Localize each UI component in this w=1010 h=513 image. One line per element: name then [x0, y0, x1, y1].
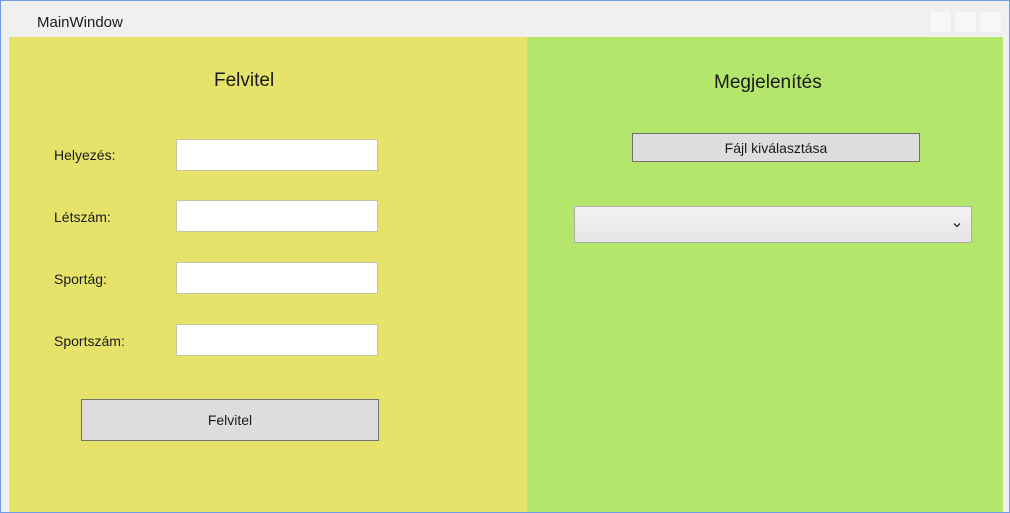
sportszam-label: Sportszám: [54, 333, 125, 349]
main-window: MainWindow Felvitel Helyezés: Létszám: S… [0, 0, 1010, 513]
felvitel-button[interactable]: Felvitel [81, 399, 379, 441]
sportszam-field[interactable] [176, 324, 378, 356]
window-content: Felvitel Helyezés: Létszám: Sportág: Spo… [9, 37, 1003, 512]
window-controls [929, 10, 1002, 33]
select-file-button[interactable]: Fájl kiválasztása [632, 133, 920, 162]
input-panel-heading: Felvitel [214, 70, 275, 91]
data-combobox[interactable] [574, 206, 972, 243]
chevron-down-icon [953, 223, 961, 228]
minimize-button[interactable] [929, 10, 952, 33]
sportag-field[interactable] [176, 262, 378, 294]
display-panel: Megjelenítés Fájl kiválasztása [528, 37, 1003, 512]
display-panel-heading: Megjelenítés [714, 72, 822, 93]
title-bar: MainWindow [1, 1, 1009, 37]
helyezes-label: Helyezés: [54, 147, 116, 163]
maximize-button[interactable] [954, 10, 977, 33]
close-button[interactable] [979, 10, 1002, 33]
letszam-field[interactable] [176, 200, 378, 232]
letszam-label: Létszám: [54, 209, 111, 225]
window-title: MainWindow [37, 14, 123, 31]
sportag-label: Sportág: [54, 271, 107, 287]
input-panel: Felvitel Helyezés: Létszám: Sportág: Spo… [9, 37, 528, 512]
helyezes-field[interactable] [176, 139, 378, 171]
